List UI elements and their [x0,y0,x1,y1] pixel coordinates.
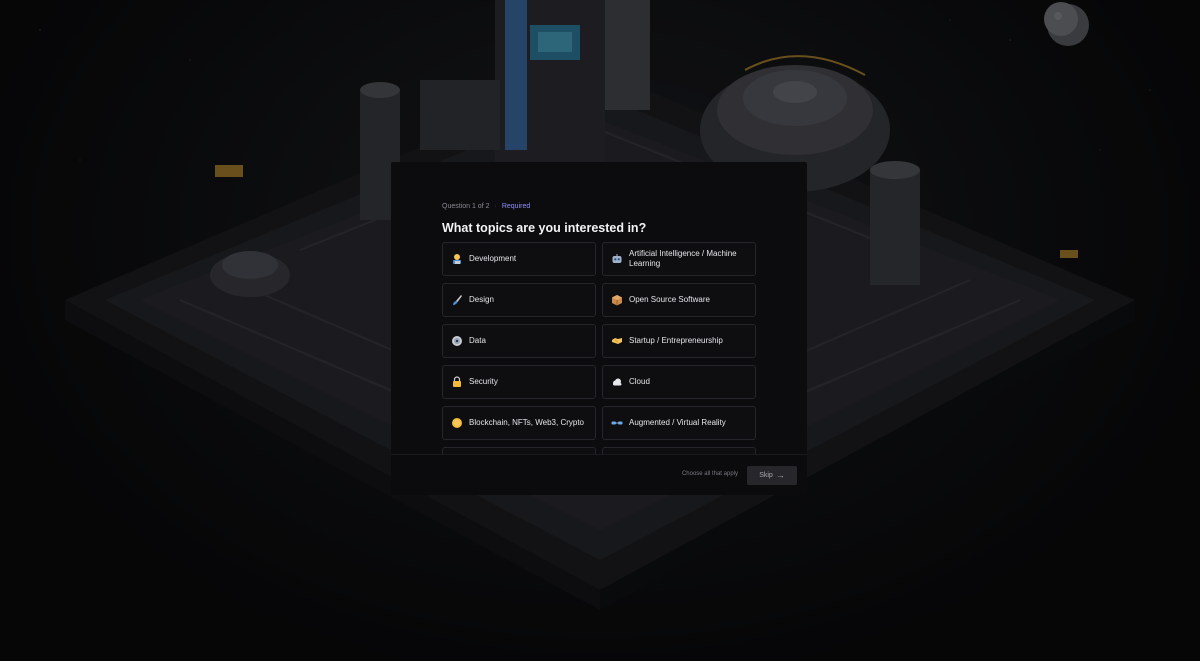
topic-label: Security [469,377,498,386]
topic-label: Open Source Software [629,295,710,304]
topic-option-open-source[interactable]: Open Source Software [602,283,756,317]
topic-option-more[interactable] [442,447,596,454]
question-meta: Question 1 of 2 · Required [442,202,756,212]
arrow-right-icon: → [775,470,785,480]
required-label: Required [501,203,531,210]
onboarding-modal: Question 1 of 2 · Required What topics are… [391,162,807,495]
topic-option-cloud[interactable]: Cloud [602,365,756,399]
package-icon [611,294,623,306]
topic-option-ar-vr[interactable]: Augmented / Virtual Reality [602,406,756,440]
topic-label: Design [469,295,494,304]
topic-label: Blockchain, NFTs, Web3, Crypto [469,418,585,427]
topic-option-more[interactable] [602,447,756,454]
modal-footer: Choose all that apply Skip → [391,454,807,495]
topic-label: Cloud [629,377,650,386]
disk-icon [451,335,463,347]
topic-option-data[interactable]: Data [442,324,596,358]
topic-option-blockchain[interactable]: Blockchain, NFTs, Web3, Crypto [442,406,596,440]
topic-options-grid: Development Artificial Intelligence / Ma… [442,242,756,454]
question-panel: Question 1 of 2 · Required What topics are… [442,202,756,454]
topic-option-ai-ml[interactable]: Artificial Intelligence / Machine Learni… [602,242,756,276]
skip-button[interactable]: Skip → [747,466,797,485]
robot-icon [611,253,623,265]
topic-option-development[interactable]: Development [442,242,596,276]
lock-icon [451,376,463,388]
topic-label: Data [469,336,486,345]
topic-label: Startup / Entrepreneurship [629,336,723,345]
paintbrush-icon [451,294,463,306]
coin-icon [451,417,463,429]
topic-label: Artificial Intelligence / Machine Learni… [629,249,737,268]
question-progress: Question 1 of 2 [442,203,490,210]
skip-label: Skip [759,472,773,479]
topic-option-startup[interactable]: Startup / Entrepreneurship [602,324,756,358]
topic-option-design[interactable]: Design [442,283,596,317]
technologist-icon [451,253,463,265]
cloud-icon [611,376,623,388]
goggles-icon [611,417,623,429]
meta-separator: · [494,203,497,210]
handshake-icon [611,335,623,347]
topic-label: Development [469,254,517,263]
topic-label: Augmented / Virtual Reality [629,418,726,427]
choose-all-hint: Choose all that apply [681,471,738,477]
question-title: What topics are you interested in? [442,221,647,235]
topic-option-security[interactable]: Security [442,365,596,399]
